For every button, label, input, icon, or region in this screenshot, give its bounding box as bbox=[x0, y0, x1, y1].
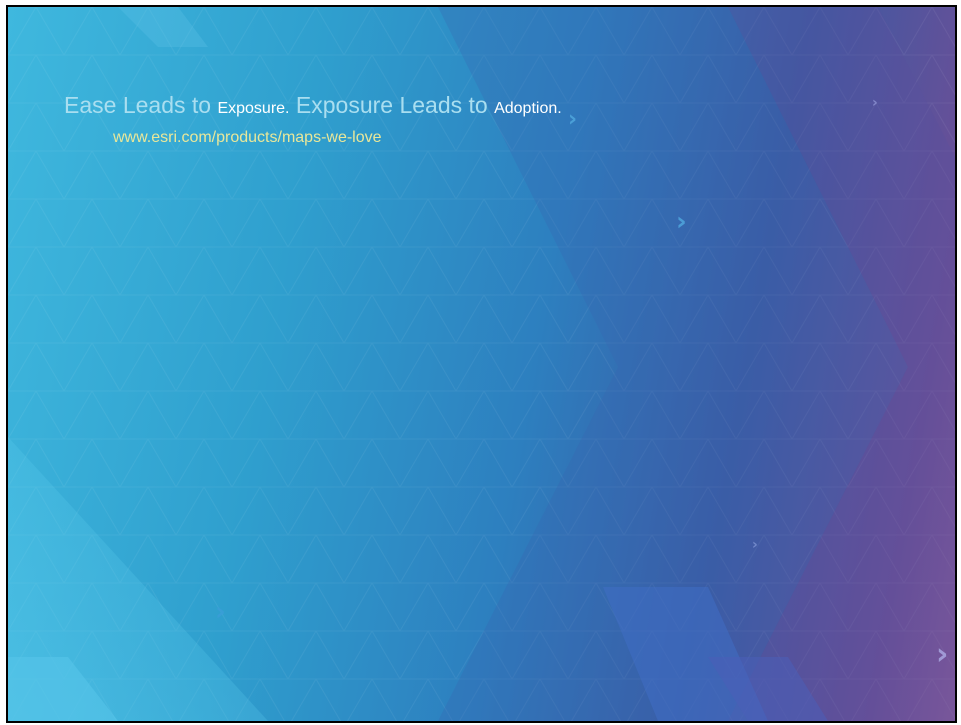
title-part-emphasis: Exposure. bbox=[217, 100, 290, 117]
title-part: Exposure Leads to bbox=[289, 92, 495, 118]
slide-url-link[interactable]: www.esri.com/products/maps-we-love bbox=[113, 128, 382, 148]
slide-frame: › › › › › › Ease Leads to Exposure. Expo… bbox=[6, 5, 957, 723]
title-part-emphasis: Adoption. bbox=[494, 100, 562, 117]
chevron-right-icon: › bbox=[936, 637, 949, 672]
chevron-right-icon: › bbox=[215, 597, 226, 627]
chevron-right-icon: › bbox=[872, 95, 878, 111]
chevron-right-icon: › bbox=[568, 107, 578, 132]
slide-title: Ease Leads to Exposure. Exposure Leads t… bbox=[64, 91, 562, 123]
chevron-right-icon: › bbox=[676, 207, 687, 237]
chevron-right-icon: › bbox=[752, 537, 758, 553]
title-part: Ease Leads to bbox=[64, 92, 218, 118]
